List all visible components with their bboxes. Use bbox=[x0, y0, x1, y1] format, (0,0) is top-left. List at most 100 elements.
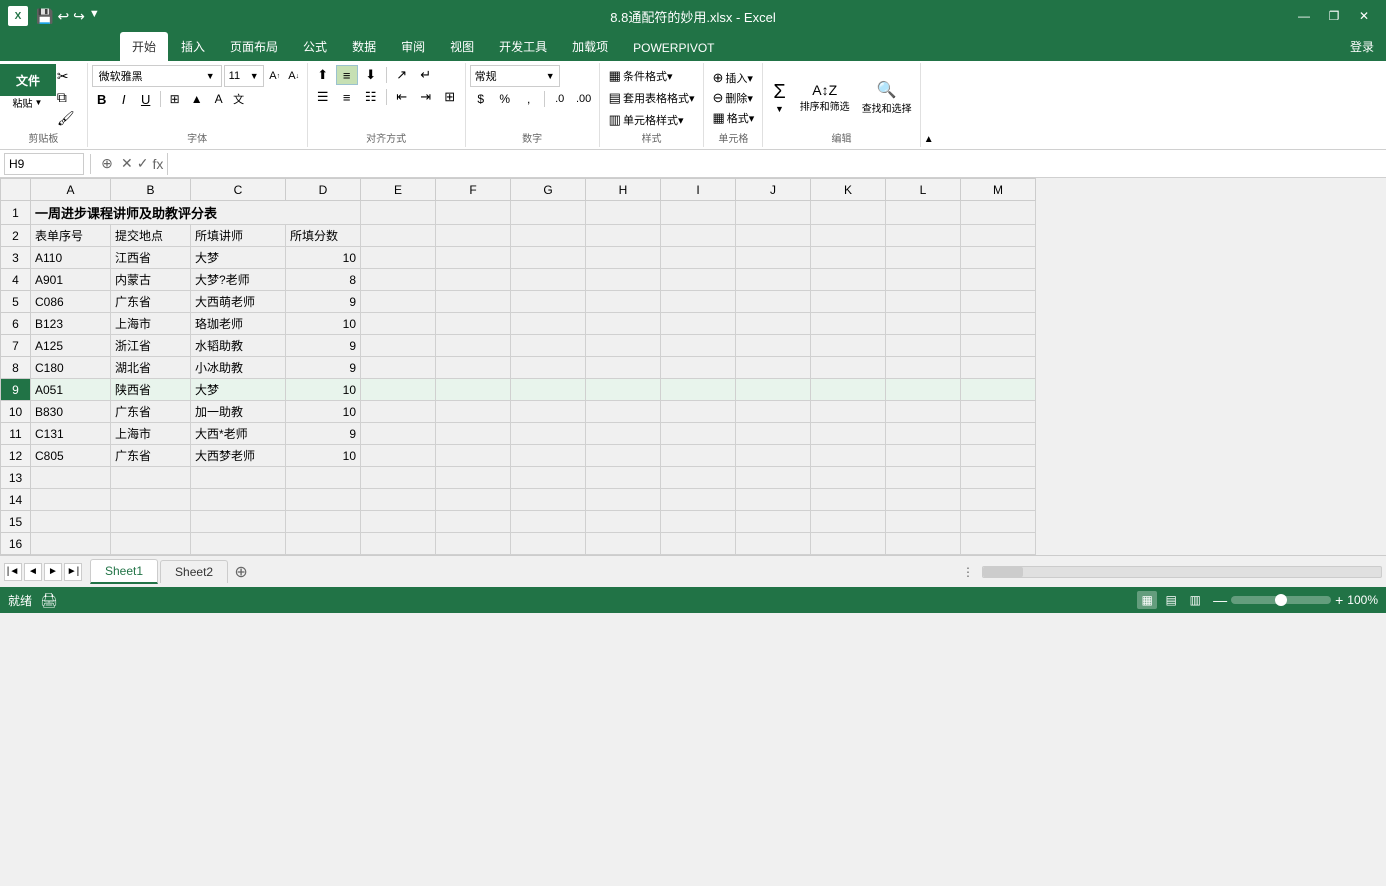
cell[interactable] bbox=[111, 533, 191, 555]
cell[interactable] bbox=[961, 489, 1036, 511]
percent-button[interactable]: % bbox=[494, 89, 516, 109]
col-header-i[interactable]: I bbox=[661, 179, 736, 201]
cell[interactable] bbox=[511, 401, 586, 423]
cell[interactable] bbox=[511, 335, 586, 357]
cell[interactable] bbox=[661, 445, 736, 467]
sort-filter-button[interactable]: A↕Z 排序和筛选 bbox=[796, 81, 854, 114]
cell[interactable] bbox=[511, 533, 586, 555]
minimize-button[interactable]: — bbox=[1290, 6, 1318, 26]
cancel-formula-button[interactable]: ✕ bbox=[121, 155, 133, 172]
cell[interactable] bbox=[811, 269, 886, 291]
cell[interactable] bbox=[511, 291, 586, 313]
row-number[interactable]: 13 bbox=[1, 467, 31, 489]
fill-color-button[interactable]: ▲ bbox=[187, 89, 207, 109]
cell[interactable] bbox=[286, 467, 361, 489]
cell[interactable] bbox=[586, 401, 661, 423]
underline-button[interactable]: U bbox=[136, 89, 156, 109]
cell[interactable]: 上海市 bbox=[111, 423, 191, 445]
cell[interactable]: 9 bbox=[286, 335, 361, 357]
formula-input[interactable] bbox=[167, 153, 1382, 175]
row-number[interactable]: 7 bbox=[1, 335, 31, 357]
insert-function-button[interactable]: fx bbox=[152, 156, 163, 172]
cell[interactable] bbox=[736, 225, 811, 247]
format-as-table-button[interactable]: ▤ 套用表格格式▾ bbox=[604, 88, 700, 108]
cell[interactable] bbox=[436, 379, 511, 401]
cell[interactable] bbox=[736, 335, 811, 357]
decrease-decimal-button[interactable]: .00 bbox=[573, 89, 595, 109]
cell[interactable]: 10 bbox=[286, 445, 361, 467]
cell[interactable] bbox=[436, 489, 511, 511]
cell[interactable] bbox=[586, 247, 661, 269]
cell[interactable]: A901 bbox=[31, 269, 111, 291]
cell[interactable] bbox=[586, 201, 661, 225]
zoom-out-button[interactable]: — bbox=[1213, 592, 1227, 608]
cell[interactable] bbox=[811, 511, 886, 533]
cell[interactable] bbox=[886, 379, 961, 401]
cell[interactable] bbox=[436, 511, 511, 533]
tab-home[interactable]: 开始 bbox=[120, 32, 168, 61]
cell[interactable] bbox=[661, 379, 736, 401]
cell[interactable] bbox=[736, 291, 811, 313]
cell[interactable] bbox=[961, 511, 1036, 533]
tab-formulas[interactable]: 公式 bbox=[291, 32, 339, 61]
cell[interactable] bbox=[361, 335, 436, 357]
col-header-c[interactable]: C bbox=[191, 179, 286, 201]
row-number[interactable]: 5 bbox=[1, 291, 31, 313]
cell[interactable]: 8 bbox=[286, 269, 361, 291]
save-quickaccess[interactable]: 💾 bbox=[36, 8, 53, 25]
cell[interactable] bbox=[586, 225, 661, 247]
cell[interactable] bbox=[511, 269, 586, 291]
col-header-h[interactable]: H bbox=[586, 179, 661, 201]
cell[interactable] bbox=[961, 313, 1036, 335]
cell[interactable] bbox=[436, 313, 511, 335]
cell[interactable]: B830 bbox=[31, 401, 111, 423]
tab-insert[interactable]: 插入 bbox=[169, 32, 217, 61]
cell[interactable]: 所填讲师 bbox=[191, 225, 286, 247]
cell[interactable] bbox=[736, 357, 811, 379]
cell[interactable] bbox=[361, 445, 436, 467]
cell[interactable] bbox=[811, 357, 886, 379]
increase-indent-button[interactable]: ⇥ bbox=[415, 87, 437, 107]
cell[interactable] bbox=[886, 269, 961, 291]
cell[interactable]: 9 bbox=[286, 291, 361, 313]
cell[interactable] bbox=[111, 467, 191, 489]
cell[interactable] bbox=[811, 379, 886, 401]
tab-data[interactable]: 数据 bbox=[340, 32, 388, 61]
row-number[interactable]: 10 bbox=[1, 401, 31, 423]
cell[interactable] bbox=[511, 313, 586, 335]
cell[interactable] bbox=[661, 225, 736, 247]
col-header-j[interactable]: J bbox=[736, 179, 811, 201]
cell[interactable] bbox=[511, 489, 586, 511]
conditional-format-button[interactable]: ▦ 条件格式▾ bbox=[604, 66, 700, 86]
cell[interactable] bbox=[511, 357, 586, 379]
cell[interactable]: 广东省 bbox=[111, 291, 191, 313]
row-number[interactable]: 9 bbox=[1, 379, 31, 401]
cell[interactable] bbox=[31, 511, 111, 533]
cell[interactable] bbox=[736, 201, 811, 225]
italic-button[interactable]: I bbox=[114, 89, 134, 109]
cell[interactable] bbox=[361, 225, 436, 247]
close-button[interactable]: ✕ bbox=[1350, 6, 1378, 26]
cell[interactable] bbox=[961, 379, 1036, 401]
cell[interactable] bbox=[886, 467, 961, 489]
cell[interactable] bbox=[736, 401, 811, 423]
cell[interactable] bbox=[361, 401, 436, 423]
horizontal-scrollbar[interactable] bbox=[982, 566, 1382, 578]
cell[interactable] bbox=[191, 467, 286, 489]
align-left-button[interactable]: ☰ bbox=[312, 87, 334, 107]
confirm-formula-button[interactable]: ✓ bbox=[137, 155, 149, 172]
cell[interactable] bbox=[811, 423, 886, 445]
zoom-slider[interactable] bbox=[1231, 596, 1331, 604]
cell[interactable] bbox=[586, 313, 661, 335]
cell[interactable] bbox=[511, 511, 586, 533]
cell[interactable]: 大西*老师 bbox=[191, 423, 286, 445]
bold-button[interactable]: B bbox=[92, 89, 112, 109]
row-number[interactable]: 2 bbox=[1, 225, 31, 247]
login-button[interactable]: 登录 bbox=[1338, 32, 1386, 61]
cell[interactable]: 10 bbox=[286, 247, 361, 269]
col-header-m[interactable]: M bbox=[961, 179, 1036, 201]
cell[interactable] bbox=[586, 467, 661, 489]
cell[interactable] bbox=[811, 467, 886, 489]
col-header-k[interactable]: K bbox=[811, 179, 886, 201]
number-format-selector[interactable]: 常规▼ bbox=[470, 65, 560, 87]
